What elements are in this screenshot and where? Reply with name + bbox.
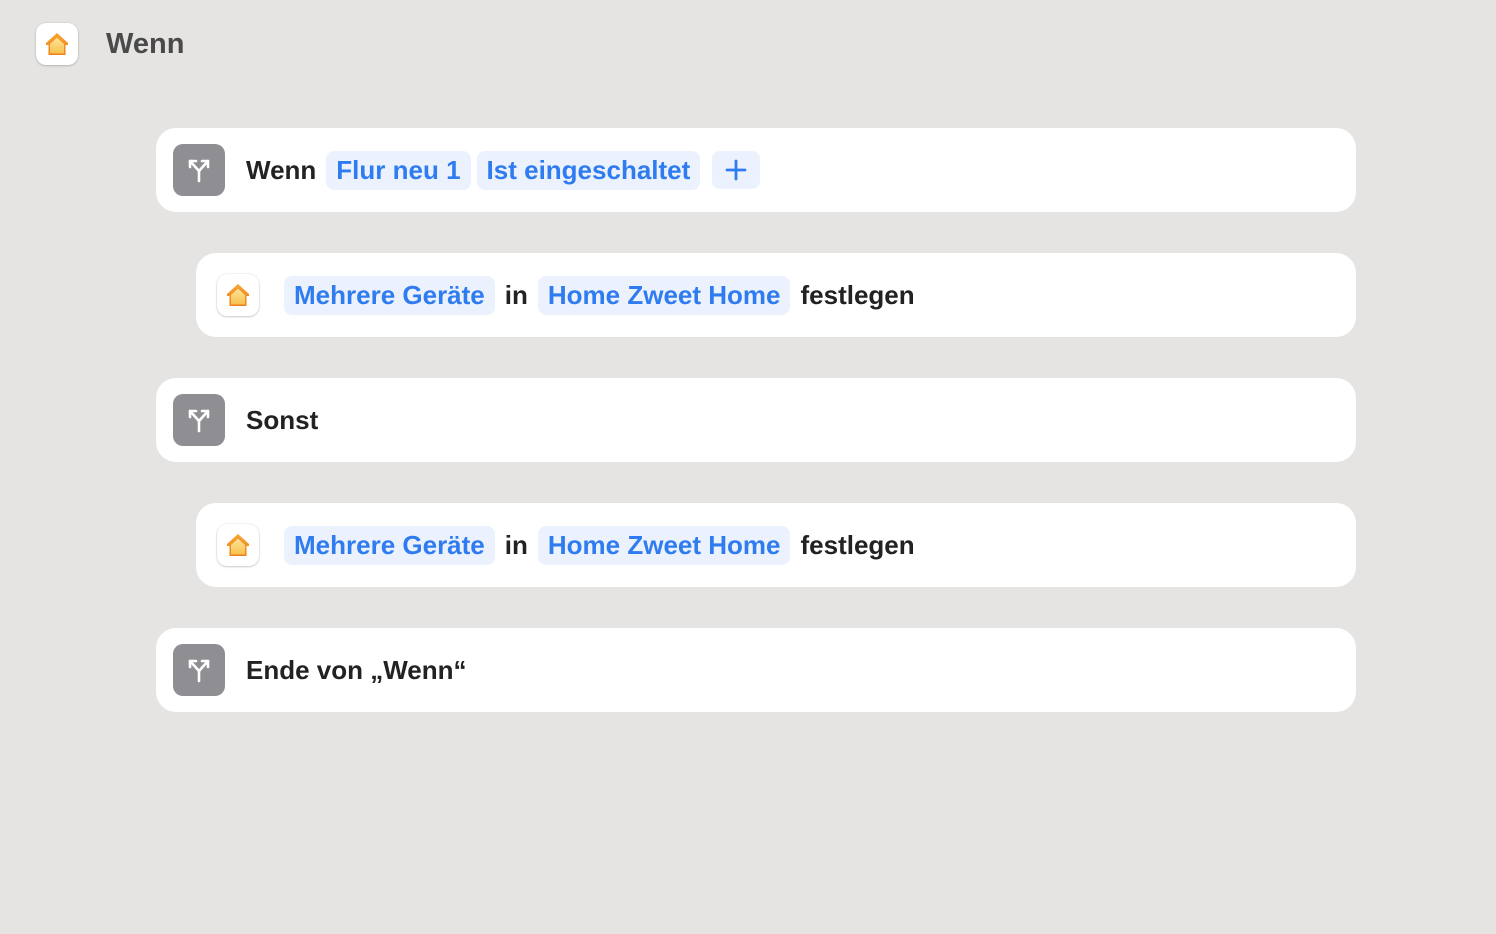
in-label: in (504, 529, 528, 560)
set-devices-action[interactable]: Mehrere Geräte in Home Zweet Home festle… (196, 503, 1356, 587)
devices-token[interactable]: Mehrere Geräte (284, 525, 495, 565)
otherwise-label: Sonst (246, 404, 319, 435)
if-label: Wenn (246, 154, 317, 185)
if-block[interactable]: Wenn Flur neu 1 Ist eingeschaltet (156, 128, 1356, 212)
branch-icon (173, 144, 225, 196)
devices-token[interactable]: Mehrere Geräte (284, 275, 495, 315)
branch-icon (173, 394, 225, 446)
plus-icon (725, 159, 747, 181)
branch-icon (173, 644, 225, 696)
home-app-icon (36, 23, 78, 65)
condition-state-token[interactable]: Ist eingeschaltet (476, 150, 701, 190)
home-app-icon (217, 274, 259, 316)
condition-device-token[interactable]: Flur neu 1 (326, 150, 471, 190)
verb-label: festlegen (800, 529, 915, 560)
home-token[interactable]: Home Zweet Home (537, 275, 791, 315)
set-devices-action[interactable]: Mehrere Geräte in Home Zweet Home festle… (196, 253, 1356, 337)
end-if-label: Ende von „Wenn“ (246, 654, 467, 685)
verb-label: festlegen (800, 279, 915, 310)
end-if-block[interactable]: Ende von „Wenn“ (156, 628, 1356, 712)
home-token[interactable]: Home Zweet Home (537, 525, 791, 565)
home-app-icon (217, 524, 259, 566)
add-condition-button[interactable] (712, 151, 761, 189)
in-label: in (504, 279, 528, 310)
window-header: Wenn (36, 23, 184, 65)
otherwise-block[interactable]: Sonst (156, 378, 1356, 462)
page-title: Wenn (106, 27, 185, 60)
